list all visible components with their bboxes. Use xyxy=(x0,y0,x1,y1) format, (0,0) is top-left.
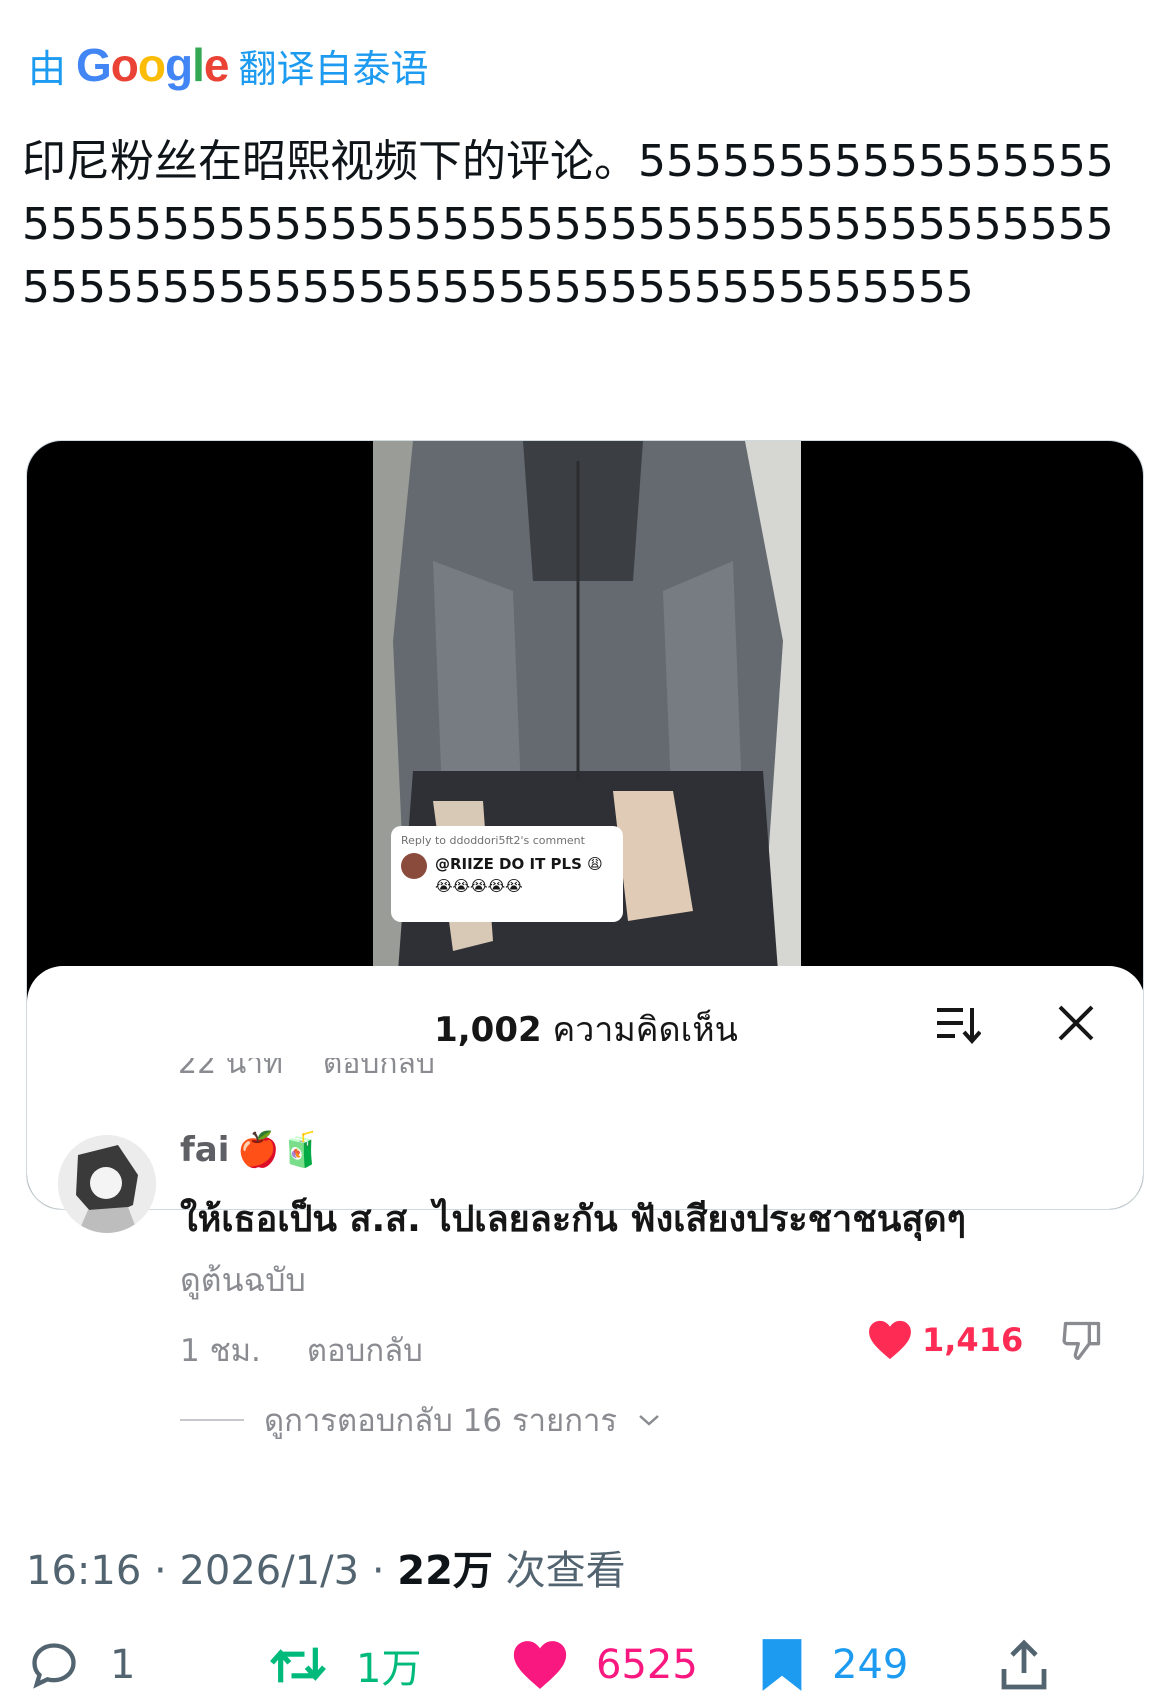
bookmark-icon xyxy=(762,1639,802,1691)
avatar-image xyxy=(58,1135,156,1233)
comment-count: 1,002 xyxy=(434,1010,542,1050)
tweet-meta: 16:16 · 2026/1/3 · 22万 次查看 xyxy=(26,1538,626,1596)
reply-to-label: Reply to ddoddori5ft2's comment xyxy=(401,834,585,847)
tiktok-reply-bubble: Reply to ddoddori5ft2's comment @RIIZE D… xyxy=(391,826,623,922)
reply-message: @RIIZE DO IT PLS 😩😭😭😭😭😭 xyxy=(435,855,603,895)
separator: · xyxy=(154,1548,167,1594)
bookmark-button[interactable]: 249 xyxy=(760,1630,908,1700)
username-emojis: 🍎🧃 xyxy=(237,1130,323,1170)
comment-time: 1 ชม. xyxy=(180,1333,261,1369)
tweet-time[interactable]: 16:16 xyxy=(26,1548,141,1594)
video-player[interactable]: Reply to ddoddori5ft2's comment @RIIZE D… xyxy=(26,440,1144,1210)
view-count-label: 次查看 xyxy=(505,1548,626,1594)
tweet-text: 印尼粉丝在昭熙视频下的评论。55555555555555555555555555… xyxy=(22,136,1114,313)
previous-comment-reply: ตอบกลับ xyxy=(322,1058,435,1080)
heart-icon xyxy=(513,1641,567,1689)
heart-icon xyxy=(869,1320,911,1360)
comments-panel: 1,002 ความคิดเห็น xyxy=(27,966,1143,1209)
previous-comment-meta: 22 นาที ตอบกลับ xyxy=(178,1058,1118,1080)
reply-count: 1 xyxy=(110,1642,136,1688)
reply-button[interactable]: 1 xyxy=(26,1630,135,1700)
tweet-date[interactable]: 2026/1/3 xyxy=(179,1548,359,1594)
bookmark-count: 249 xyxy=(832,1642,909,1688)
tweet-action-bar: 1 1万 6525 249 xyxy=(0,1630,1170,1700)
like-count: 6525 xyxy=(596,1642,698,1688)
share-button[interactable] xyxy=(1000,1630,1048,1700)
translation-source-language: 翻译自泰语 xyxy=(238,46,429,91)
share-icon xyxy=(1001,1639,1047,1690)
close-icon[interactable] xyxy=(1057,1004,1095,1042)
commenter-avatar[interactable] xyxy=(58,1135,156,1233)
sort-icon[interactable] xyxy=(935,1004,981,1044)
video-frame: Reply to ddoddori5ft2's comment @RIIZE D… xyxy=(373,441,801,971)
commenter-username[interactable]: fai 🍎🧃 xyxy=(180,1130,322,1170)
reply-icon xyxy=(32,1643,76,1689)
comment-like-button[interactable]: 1,416 xyxy=(868,1320,1023,1360)
see-original-link[interactable]: ดูต้นฉบับ xyxy=(180,1255,306,1306)
comment-count-label: ความคิดเห็น xyxy=(552,1010,738,1050)
username-text: fai xyxy=(180,1130,230,1170)
comment-meta: 1 ชม. ตอบกลับ xyxy=(180,1325,423,1375)
view-replies-button[interactable]: ดูการตอบกลับ 16 รายการ xyxy=(180,1395,661,1445)
reply-avatar xyxy=(401,853,427,879)
retweet-button[interactable]: 1万 xyxy=(268,1630,421,1700)
thumbs-down-icon[interactable] xyxy=(1060,1318,1104,1362)
like-button[interactable]: 6525 xyxy=(512,1630,698,1700)
divider xyxy=(180,1419,244,1421)
comment-text: ให้เธอเป็น ส.ส. ไปเลยละกัน ฟังเสียงประชา… xyxy=(180,1199,967,1240)
previous-comment-time: 22 นาที xyxy=(178,1058,283,1080)
chevron-down-icon xyxy=(639,1415,659,1426)
view-replies-label: ดูการตอบกลับ 16 รายการ xyxy=(264,1403,618,1439)
retweet-icon xyxy=(270,1647,326,1683)
separator: · xyxy=(371,1548,385,1594)
translation-prefix: 由 xyxy=(28,46,67,91)
view-count: 22万 xyxy=(397,1548,493,1594)
comment-like-count: 1,416 xyxy=(922,1321,1024,1359)
comment-reply-button[interactable]: ตอบกลับ xyxy=(307,1325,423,1375)
google-logo: Google xyxy=(76,39,229,91)
translated-by-google[interactable]: 由 Google 翻译自泰语 xyxy=(28,39,429,91)
retweet-count: 1万 xyxy=(356,1646,422,1692)
